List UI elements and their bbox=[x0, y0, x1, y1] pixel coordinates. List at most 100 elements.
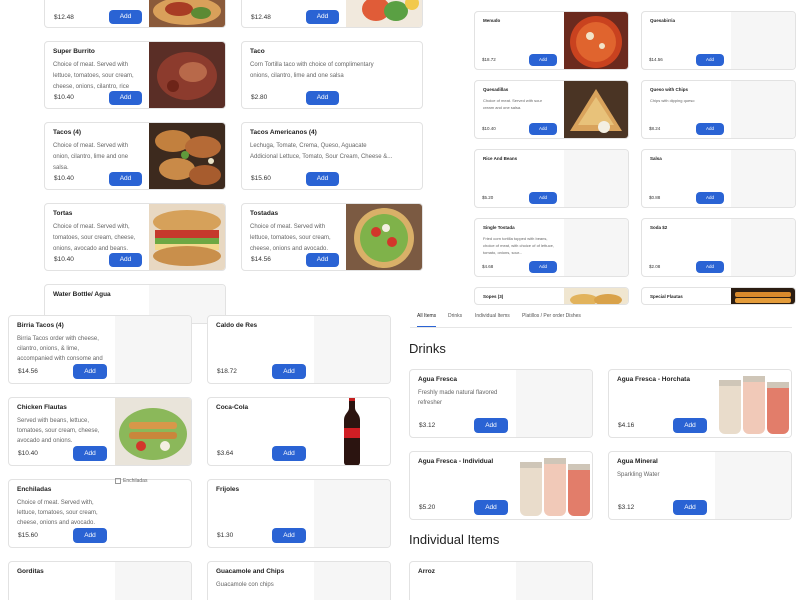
add-button[interactable]: Add bbox=[673, 500, 707, 515]
menu-item-card[interactable]: Chicken Flautas Served with beans, lettu… bbox=[8, 397, 192, 466]
menu-item-card[interactable]: Super Burrito Choice of meat. Served wit… bbox=[44, 41, 226, 109]
item-price: $14.56 bbox=[649, 57, 663, 62]
item-description: Birria Tacos order with cheese, cilantro… bbox=[17, 336, 103, 362]
item-description: Choice of meat. Served with lettuce, tom… bbox=[250, 224, 331, 252]
add-button[interactable]: Add bbox=[696, 261, 724, 273]
add-button[interactable]: Add bbox=[696, 123, 724, 135]
item-price: $10.40 bbox=[54, 256, 74, 263]
menu-item-card[interactable]: Salsa $0.88 Add bbox=[641, 149, 796, 208]
add-button[interactable]: Add bbox=[306, 172, 339, 186]
item-price: $14.56 bbox=[18, 368, 38, 375]
item-description: Guacamole con chips bbox=[216, 582, 274, 588]
add-button[interactable]: Add bbox=[109, 172, 142, 186]
item-price: $4.16 bbox=[618, 422, 635, 429]
item-price: $15.60 bbox=[251, 175, 271, 182]
menu-item-card[interactable]: Frijoles $1.30 Add bbox=[207, 479, 391, 548]
add-button[interactable]: Add bbox=[529, 54, 557, 66]
item-description: Sparkling Water bbox=[617, 472, 660, 478]
item-price: $5.20 bbox=[482, 195, 494, 200]
menu-item-card[interactable]: Enchiladas Choice of meat. Served with, … bbox=[8, 479, 192, 548]
item-name: Agua Fresca bbox=[418, 376, 458, 383]
item-description: Choice of meat. Served with, tomatoes, s… bbox=[53, 224, 136, 252]
item-description: Served with beans, lettuce, tomatoes, so… bbox=[17, 418, 100, 444]
menu-item-card[interactable]: Quesadillas Choice of meat. Served with … bbox=[474, 80, 629, 139]
tab-individual-items[interactable]: Individual Items bbox=[475, 306, 510, 327]
menu-item-card[interactable]: Caldo de Res $18.72 Add bbox=[207, 315, 391, 384]
item-name: Enchiladas bbox=[17, 486, 52, 493]
image-placeholder bbox=[115, 316, 191, 383]
flautas-photo bbox=[115, 398, 191, 465]
item-name: Rice And Beans bbox=[483, 156, 518, 161]
menu-item-card[interactable]: Menudo $18.72 Add bbox=[474, 11, 629, 70]
add-button[interactable]: Add bbox=[696, 192, 724, 204]
add-button[interactable]: Add bbox=[306, 91, 339, 105]
add-button[interactable]: Add bbox=[529, 123, 557, 135]
item-price: $15.60 bbox=[18, 532, 38, 539]
menu-item-card[interactable]: Soda $2 $2.08 Add bbox=[641, 218, 796, 277]
add-button[interactable]: Add bbox=[73, 446, 107, 461]
add-button[interactable]: Add bbox=[109, 10, 142, 24]
image-placeholder bbox=[314, 562, 390, 600]
menu-item-card[interactable]: Tostadas Choice of meat. Served with let… bbox=[241, 203, 423, 271]
menu-item-card[interactable]: Coca-Cola $3.64 Add bbox=[207, 397, 391, 466]
menu-item-card[interactable]: Gorditas bbox=[8, 561, 192, 600]
menu-item-card[interactable]: Tortas Choice of meat. Served with, toma… bbox=[44, 203, 226, 271]
menu-item-card[interactable]: Queso with Chips Chips with dipping ques… bbox=[641, 80, 796, 139]
add-button[interactable]: Add bbox=[474, 418, 508, 433]
menu-item-card[interactable]: Guacamole and Chips Guacamole con chips bbox=[207, 561, 391, 600]
add-button[interactable]: Add bbox=[272, 364, 306, 379]
menu-item-card[interactable]: $12.48 Add bbox=[241, 0, 423, 28]
item-name: Tacos Americanos (4) bbox=[250, 129, 317, 136]
item-name: Agua Mineral bbox=[617, 458, 658, 465]
torta-photo bbox=[149, 204, 225, 270]
add-button[interactable]: Add bbox=[109, 91, 142, 105]
menu-item-card[interactable]: Sopes (3) bbox=[474, 287, 629, 305]
menu-item-card[interactable]: Agua Fresca - Horchata $4.16 Add bbox=[608, 369, 792, 438]
menu-item-card[interactable]: Birria Tacos (4) Birria Tacos order with… bbox=[8, 315, 192, 384]
add-button[interactable]: Add bbox=[73, 528, 107, 543]
add-button[interactable]: Add bbox=[529, 261, 557, 273]
menu-item-card[interactable]: Tacos Americanos (4) Lechuga, Tomate, Cr… bbox=[241, 122, 423, 190]
menu-item-card[interactable]: Tacos (4) Choice of meat. Served with on… bbox=[44, 122, 226, 190]
item-name: Soda $2 bbox=[650, 225, 668, 230]
item-name: Queso with Chips bbox=[650, 87, 689, 92]
menu-item-card[interactable]: Agua Fresca - Individual $5.20 Add bbox=[409, 451, 593, 520]
menu-item-card[interactable]: $12.48 Add bbox=[44, 0, 226, 28]
menu-item-card[interactable]: Quesabirria $14.56 Add bbox=[641, 11, 796, 70]
menu-item-card[interactable]: Agua Fresca Freshly made natural flavore… bbox=[409, 369, 593, 438]
item-name: Tortas bbox=[53, 210, 73, 217]
add-button[interactable]: Add bbox=[474, 500, 508, 515]
add-button[interactable]: Add bbox=[529, 192, 557, 204]
item-name: Super Burrito bbox=[53, 48, 95, 55]
item-price: $8.24 bbox=[649, 126, 661, 131]
tab-platillos[interactable]: Platillos / Per order Dishes bbox=[522, 306, 581, 327]
item-description: Freshly made natural flavored refresher bbox=[418, 390, 498, 406]
item-price: $10.40 bbox=[54, 175, 74, 182]
image-placeholder bbox=[314, 480, 390, 547]
menu-item-card[interactable]: Arroz bbox=[409, 561, 593, 600]
coke-bottle bbox=[314, 398, 390, 465]
item-price: $2.80 bbox=[251, 94, 268, 101]
menu-item-card[interactable]: Special Flautas bbox=[641, 287, 796, 305]
menu-item-card[interactable]: Agua Mineral Sparkling Water $3.12 Add bbox=[608, 451, 792, 520]
item-description: Choice of meat. Served with lettuce, tom… bbox=[53, 62, 134, 90]
add-button[interactable]: Add bbox=[109, 253, 142, 267]
menu-item-card[interactable]: Taco Corn Tortilla taco with choice of c… bbox=[241, 41, 423, 109]
item-name: Birria Tacos (4) bbox=[17, 322, 64, 329]
add-button[interactable]: Add bbox=[272, 446, 306, 461]
add-button[interactable]: Add bbox=[306, 10, 339, 24]
add-button[interactable]: Add bbox=[73, 364, 107, 379]
item-name: Chicken Flautas bbox=[17, 404, 67, 411]
add-button[interactable]: Add bbox=[272, 528, 306, 543]
tab-drinks[interactable]: Drinks bbox=[448, 306, 462, 327]
item-price: $12.48 bbox=[54, 14, 74, 21]
menu-item-card[interactable]: Rice And Beans $5.20 Add bbox=[474, 149, 629, 208]
add-button[interactable]: Add bbox=[306, 253, 339, 267]
add-button[interactable]: Add bbox=[696, 54, 724, 66]
add-button[interactable]: Add bbox=[673, 418, 707, 433]
menu-item-card[interactable]: Single Tostada Fried corn tortilla toppe… bbox=[474, 218, 629, 277]
section-heading-individual: Individual Items bbox=[409, 532, 500, 547]
broken-image: Enchiladas bbox=[115, 478, 147, 484]
tab-all-items[interactable]: All Items bbox=[417, 306, 437, 327]
image-placeholder bbox=[731, 219, 795, 276]
